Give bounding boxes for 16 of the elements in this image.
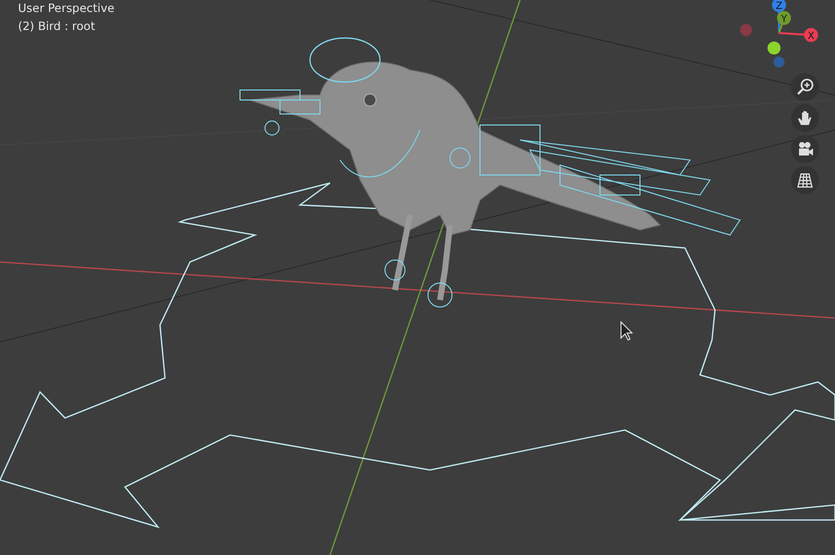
zoom-tool-button[interactable] — [791, 73, 819, 101]
grid-icon — [796, 171, 814, 189]
control-outline[interactable] — [0, 182, 835, 528]
axis-handle[interactable]: X — [778, 28, 818, 42]
pan-tool-button[interactable] — [791, 104, 819, 132]
view-title: User Perspective — [18, 1, 114, 15]
object-label: (2) Bird : root — [18, 19, 96, 33]
grid-tool-button[interactable] — [791, 166, 819, 194]
hand-icon — [796, 109, 814, 127]
negative-axis-handle[interactable] — [774, 56, 784, 68]
mouse-cursor-icon — [620, 320, 634, 341]
camera-icon — [796, 140, 814, 158]
negative-axis-handle[interactable] — [740, 24, 752, 36]
negative-axis-handle[interactable] — [768, 42, 780, 54]
camera-tool-button[interactable] — [791, 135, 819, 163]
zoom-icon — [796, 78, 814, 96]
